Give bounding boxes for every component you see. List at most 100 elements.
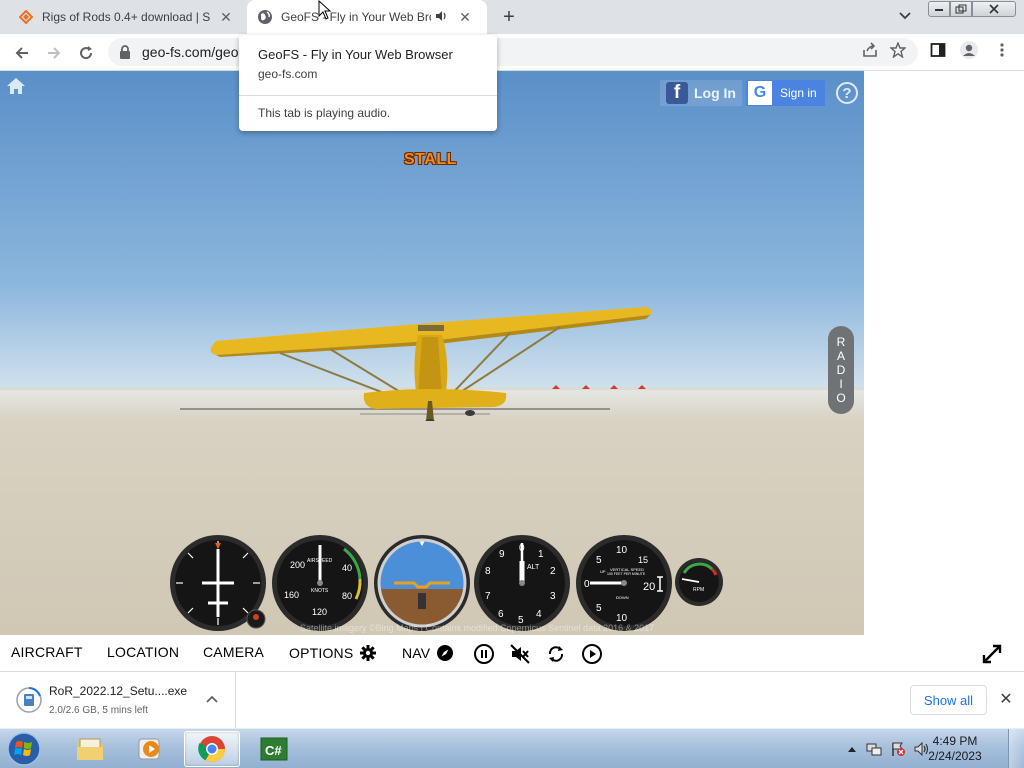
menu-location[interactable]: LOCATION: [107, 644, 179, 660]
tab-title: Rigs of Rods 0.4+ download | So: [42, 10, 210, 24]
imagery-credits: Satellite imagery ©Bing Maps | Contains …: [300, 623, 655, 633]
tab-rigs-of-rods[interactable]: Rigs of Rods 0.4+ download | So ✕: [14, 0, 244, 34]
chevron-up-icon[interactable]: [205, 692, 219, 706]
close-download-bar-icon[interactable]: ✕: [997, 690, 1015, 708]
vsi-down: DOWN: [616, 595, 629, 600]
airspeed-tick: 40: [342, 563, 352, 573]
show-all-downloads-button[interactable]: Show all: [910, 685, 987, 715]
download-item[interactable]: RoR_2022.12_Setu....exe 2.0/2.6 GB, 5 mi…: [0, 672, 236, 728]
hovercard-audio-note: This tab is playing audio.: [258, 106, 391, 120]
download-status: 2.0/2.6 GB, 5 mins left: [49, 705, 148, 716]
vsi-sublabel: 100 FEET PER MINUTE: [607, 572, 646, 576]
clock-date: 2/24/2023: [928, 749, 982, 763]
fullscreen-icon[interactable]: [980, 642, 1004, 666]
radio-letter: I: [839, 377, 843, 391]
taskbar-media-player[interactable]: [122, 731, 178, 767]
address-bar[interactable]: geo-fs.com/geo: [108, 38, 918, 66]
tab-title: GeoFS - Fly in Your Web Bro: [281, 10, 431, 24]
vsi-tick: 5: [596, 603, 602, 614]
taskbar-csharp-app[interactable]: C#: [246, 731, 302, 767]
help-icon[interactable]: ?: [836, 82, 858, 104]
media-player-icon: [138, 738, 160, 760]
signin-label: Sign in: [780, 86, 817, 100]
menu-camera[interactable]: CAMERA: [203, 644, 264, 660]
windows-start-button[interactable]: [4, 730, 44, 768]
taskbar-explorer[interactable]: [62, 731, 118, 767]
close-tab-icon[interactable]: ✕: [457, 9, 473, 25]
google-signin-button[interactable]: G Sign in: [746, 80, 825, 106]
airspeed-tick: 160: [284, 590, 299, 600]
rpm-label: RPM: [693, 587, 704, 593]
lock-icon[interactable]: [118, 44, 134, 60]
play-icon[interactable]: [581, 643, 603, 665]
radio-panel-button[interactable]: R A D I O: [828, 326, 854, 414]
radio-letter: O: [836, 391, 846, 405]
minimize-window-button[interactable]: [928, 1, 950, 17]
flight-scene[interactable]: f Log In G Sign in ? STALL R A D I O 200…: [0, 71, 864, 635]
rpm-gauge: RPM: [675, 558, 723, 606]
share-icon[interactable]: [860, 40, 880, 60]
menu-nav[interactable]: NAV: [402, 644, 454, 662]
windows-taskbar: C# 4:49 PM 2/24/2023: [0, 728, 1024, 768]
instrument-panel: 200 40 160 80 120 AIRSPEED KNOTS: [168, 533, 728, 633]
google-icon: G: [748, 81, 772, 105]
close-tab-icon[interactable]: ✕: [218, 9, 234, 25]
airspeed-tick: 200: [290, 560, 305, 570]
screen: Rigs of Rods 0.4+ download | So ✕ GeoFS …: [0, 0, 1024, 768]
menu-options-label: OPTIONS: [289, 645, 354, 661]
stall-warning: STALL: [404, 151, 457, 168]
speaker-icon[interactable]: [435, 10, 451, 25]
taskbar-clock[interactable]: 4:49 PM 2/24/2023: [920, 734, 990, 764]
vsi-tick: 10: [616, 545, 628, 556]
new-tab-button[interactable]: +: [498, 6, 520, 28]
radio-letter: D: [836, 363, 846, 377]
altimeter-tick: 7: [485, 591, 491, 602]
altimeter-tick: 1: [538, 549, 544, 560]
close-window-button[interactable]: [972, 1, 1016, 17]
restore-window-button[interactable]: [950, 1, 972, 17]
pause-icon[interactable]: [473, 643, 495, 665]
attitude-gauge: [374, 535, 470, 631]
login-label: Log In: [694, 85, 736, 101]
tab-search-chevron-icon[interactable]: [896, 7, 914, 25]
kebab-menu-icon[interactable]: [992, 40, 1012, 60]
bookmark-star-icon[interactable]: [888, 40, 908, 60]
clock-time: 4:49 PM: [932, 734, 978, 748]
altimeter-tick: 9: [499, 549, 505, 560]
reload-icon[interactable]: [73, 40, 99, 66]
menu-options[interactable]: OPTIONS: [289, 644, 377, 662]
compass-icon: [437, 645, 454, 661]
mute-icon[interactable]: [509, 643, 531, 665]
tab-strip: Rigs of Rods 0.4+ download | So ✕ GeoFS …: [0, 0, 1024, 34]
profile-avatar-icon[interactable]: [959, 40, 979, 60]
page-background-right: [864, 71, 1024, 635]
vsi-tick: 15: [638, 555, 648, 565]
hovercard-divider: [239, 95, 497, 96]
altimeter-tick: 8: [485, 566, 491, 577]
download-bar: RoR_2022.12_Setu....exe 2.0/2.6 GB, 5 mi…: [0, 671, 1024, 728]
altimeter-tick: 6: [498, 609, 504, 620]
page-viewport: f Log In G Sign in ? STALL R A D I O 200…: [0, 71, 1024, 635]
tab-geofs[interactable]: GeoFS - Fly in Your Web Bro ✕: [247, 0, 487, 34]
geofs-menu-bar: AIRCRAFT LOCATION CAMERA OPTIONS NAV: [0, 635, 1024, 671]
radio-letter: R: [836, 335, 846, 349]
show-desktop-button[interactable]: [1008, 729, 1024, 768]
home-icon[interactable]: [6, 77, 26, 95]
vsi-tick: 20: [643, 581, 655, 593]
url-text[interactable]: geo-fs.com/geo: [142, 44, 239, 60]
menu-aircraft[interactable]: AIRCRAFT: [11, 644, 83, 660]
action-center-flag-icon[interactable]: [890, 741, 906, 757]
globe-icon: [257, 9, 273, 25]
altimeter-label: ALT: [527, 564, 540, 571]
facebook-login-button[interactable]: f Log In: [660, 80, 742, 106]
csharp-icon: C#: [260, 737, 288, 761]
reset-icon[interactable]: [545, 643, 567, 665]
side-panel-icon[interactable]: [928, 40, 948, 60]
show-hidden-icons-chevron-icon[interactable]: [844, 741, 860, 757]
network-icon[interactable]: [866, 741, 882, 757]
taskbar-chrome[interactable]: [184, 731, 240, 767]
back-arrow-icon[interactable]: [9, 40, 35, 66]
forward-arrow-icon[interactable]: [41, 40, 67, 66]
airspeed-unit: KNOTS: [311, 588, 329, 594]
sourceforge-icon: [18, 9, 34, 25]
